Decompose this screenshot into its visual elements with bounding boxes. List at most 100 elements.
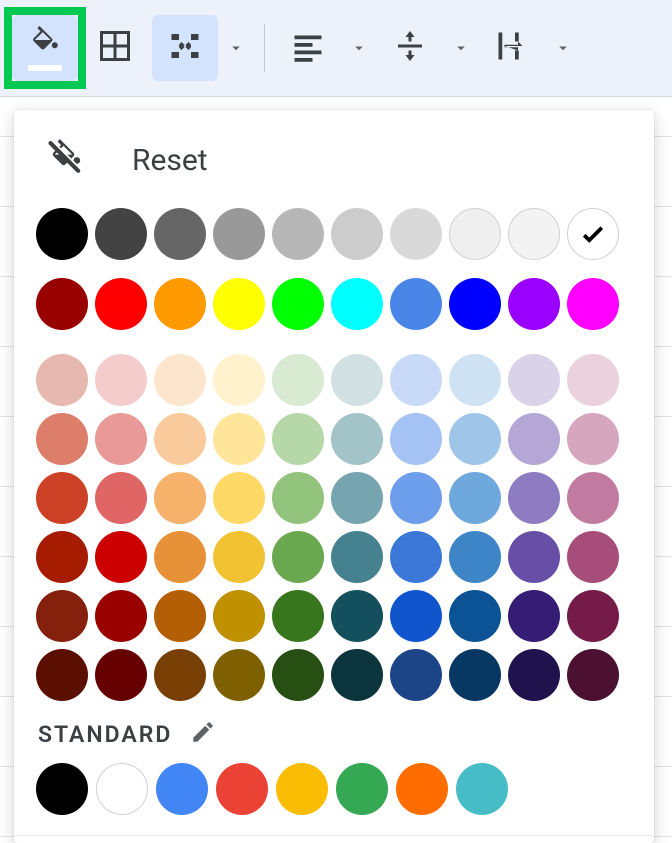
color-swatch[interactable]	[213, 531, 265, 583]
color-swatch[interactable]	[95, 531, 147, 583]
fill-color-button[interactable]	[12, 15, 78, 81]
color-swatch[interactable]	[449, 278, 501, 330]
color-swatch[interactable]	[272, 278, 324, 330]
color-swatch[interactable]	[449, 472, 501, 524]
text-wrap-dropdown[interactable]	[549, 39, 577, 57]
color-swatch[interactable]	[272, 649, 324, 701]
color-swatch[interactable]	[272, 590, 324, 642]
color-swatch[interactable]	[96, 763, 148, 815]
vertical-align-button[interactable]	[377, 15, 443, 81]
color-swatch[interactable]	[272, 531, 324, 583]
color-swatch[interactable]	[36, 208, 88, 260]
color-swatch[interactable]	[276, 763, 328, 815]
color-swatch[interactable]	[272, 354, 324, 406]
color-swatch[interactable]	[154, 649, 206, 701]
color-swatch[interactable]	[396, 763, 448, 815]
color-swatch[interactable]	[213, 208, 265, 260]
color-swatch[interactable]	[95, 472, 147, 524]
color-swatch[interactable]	[213, 590, 265, 642]
color-swatch[interactable]	[508, 278, 560, 330]
color-swatch[interactable]	[567, 531, 619, 583]
color-swatch[interactable]	[508, 472, 560, 524]
color-swatch[interactable]	[567, 208, 619, 260]
reset-row[interactable]: Reset	[46, 138, 632, 182]
color-swatch[interactable]	[449, 531, 501, 583]
horizontal-align-dropdown[interactable]	[345, 39, 373, 57]
color-swatch[interactable]	[331, 590, 383, 642]
color-swatch[interactable]	[567, 413, 619, 465]
color-swatch[interactable]	[154, 531, 206, 583]
color-swatch[interactable]	[508, 649, 560, 701]
color-swatch[interactable]	[508, 413, 560, 465]
color-swatch[interactable]	[36, 472, 88, 524]
color-swatch[interactable]	[331, 413, 383, 465]
color-swatch[interactable]	[449, 413, 501, 465]
color-swatch[interactable]	[36, 531, 88, 583]
color-swatch[interactable]	[36, 413, 88, 465]
color-swatch[interactable]	[567, 472, 619, 524]
color-swatch[interactable]	[272, 472, 324, 524]
color-swatch[interactable]	[154, 472, 206, 524]
color-swatch[interactable]	[449, 208, 501, 260]
color-swatch[interactable]	[36, 590, 88, 642]
text-wrap-button[interactable]	[479, 15, 545, 81]
color-swatch[interactable]	[508, 531, 560, 583]
color-swatch[interactable]	[95, 649, 147, 701]
color-swatch[interactable]	[567, 354, 619, 406]
color-swatch[interactable]	[213, 472, 265, 524]
edit-standard-colors-button[interactable]	[190, 719, 216, 749]
color-swatch[interactable]	[567, 278, 619, 330]
merge-cells-button[interactable]	[152, 15, 218, 81]
color-swatch[interactable]	[390, 413, 442, 465]
color-swatch[interactable]	[390, 208, 442, 260]
color-swatch[interactable]	[213, 649, 265, 701]
color-swatch[interactable]	[213, 413, 265, 465]
color-swatch[interactable]	[449, 590, 501, 642]
color-swatch[interactable]	[154, 590, 206, 642]
color-swatch[interactable]	[567, 590, 619, 642]
color-swatch[interactable]	[390, 531, 442, 583]
color-swatch[interactable]	[331, 472, 383, 524]
color-swatch[interactable]	[331, 649, 383, 701]
color-swatch[interactable]	[449, 354, 501, 406]
vertical-align-dropdown[interactable]	[447, 39, 475, 57]
color-swatch[interactable]	[216, 763, 268, 815]
color-swatch[interactable]	[95, 278, 147, 330]
color-swatch[interactable]	[36, 278, 88, 330]
color-swatch[interactable]	[508, 590, 560, 642]
color-swatch[interactable]	[213, 354, 265, 406]
color-swatch[interactable]	[567, 649, 619, 701]
color-swatch[interactable]	[95, 413, 147, 465]
color-swatch[interactable]	[95, 354, 147, 406]
color-swatch[interactable]	[95, 208, 147, 260]
color-swatch[interactable]	[331, 208, 383, 260]
color-swatch[interactable]	[449, 649, 501, 701]
color-swatch[interactable]	[154, 208, 206, 260]
color-swatch[interactable]	[390, 472, 442, 524]
color-swatch[interactable]	[390, 354, 442, 406]
color-swatch[interactable]	[331, 278, 383, 330]
color-swatch[interactable]	[390, 590, 442, 642]
color-swatch[interactable]	[272, 413, 324, 465]
color-swatch[interactable]	[272, 208, 324, 260]
color-swatch[interactable]	[336, 763, 388, 815]
color-swatch[interactable]	[154, 278, 206, 330]
color-swatch[interactable]	[508, 354, 560, 406]
merge-cells-dropdown[interactable]	[222, 39, 250, 57]
color-swatch[interactable]	[390, 278, 442, 330]
color-swatch[interactable]	[36, 763, 88, 815]
color-swatch[interactable]	[156, 763, 208, 815]
color-swatch[interactable]	[154, 413, 206, 465]
color-swatch[interactable]	[95, 590, 147, 642]
color-swatch[interactable]	[36, 354, 88, 406]
color-swatch[interactable]	[154, 354, 206, 406]
color-swatch[interactable]	[390, 649, 442, 701]
borders-button[interactable]	[82, 15, 148, 81]
color-swatch[interactable]	[456, 763, 508, 815]
color-swatch[interactable]	[331, 354, 383, 406]
color-swatch[interactable]	[331, 531, 383, 583]
color-swatch[interactable]	[508, 208, 560, 260]
horizontal-align-button[interactable]	[275, 15, 341, 81]
color-swatch[interactable]	[213, 278, 265, 330]
color-swatch[interactable]	[36, 649, 88, 701]
